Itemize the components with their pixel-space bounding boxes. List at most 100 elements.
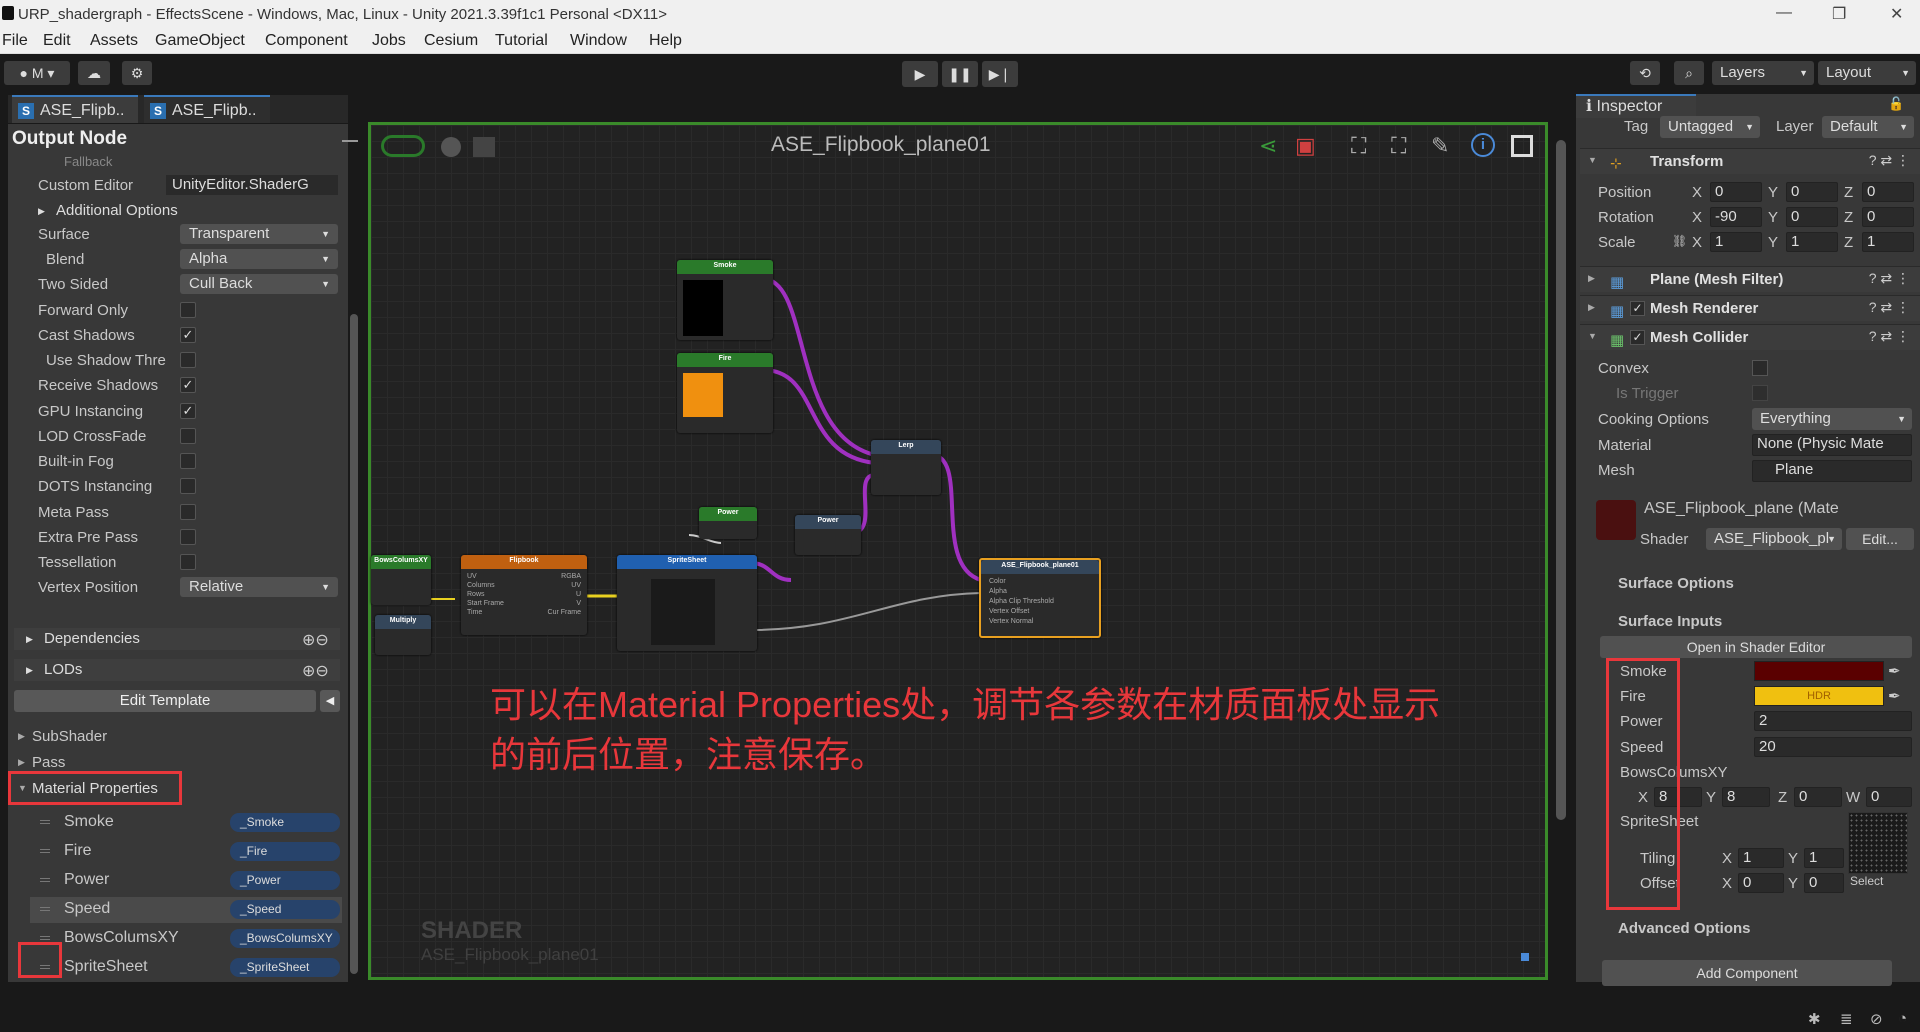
cache-icon[interactable]: ≣ xyxy=(1840,1010,1853,1028)
fire-color-field[interactable]: HDR xyxy=(1754,686,1884,706)
lerp-node[interactable]: Lerp xyxy=(871,440,941,495)
component-tools-icon[interactable]: ? ⇄ ⋮ xyxy=(1869,270,1910,287)
dots-instancing-checkbox[interactable] xyxy=(180,478,196,494)
eyedropper-icon[interactable]: ✒ xyxy=(1888,662,1901,680)
cloud-icon[interactable]: ☁ xyxy=(78,61,110,85)
power-property-node[interactable]: Power xyxy=(699,507,757,539)
speed-field[interactable]: 20 xyxy=(1754,737,1912,757)
forward-only-checkbox[interactable] xyxy=(180,302,196,318)
scale-z-field[interactable]: 1 xyxy=(1862,232,1914,252)
tab-inspector[interactable]: ℹ Inspector xyxy=(1576,94,1696,118)
menu-component[interactable]: Component xyxy=(265,32,348,50)
subshader-foldout[interactable]: SubShader xyxy=(32,728,107,745)
mesh-field[interactable]: Plane xyxy=(1752,460,1912,482)
output-node[interactable]: ASE_Flipbook_plane01 Color Alpha Alpha Cli… xyxy=(979,558,1101,638)
cooking-options-dropdown[interactable]: Everything xyxy=(1752,408,1912,430)
account-button[interactable]: ● M ▾ xyxy=(4,61,70,85)
bows-colums-node[interactable]: BowsColumsXY xyxy=(371,555,431,605)
list-item[interactable]: Speed _Speed xyxy=(30,897,342,923)
lod-crossfade-checkbox[interactable] xyxy=(180,428,196,444)
link-icon[interactable]: ⛓ xyxy=(1672,234,1687,248)
list-item[interactable]: Smoke _Smoke xyxy=(30,810,342,836)
position-x-field[interactable]: 0 xyxy=(1710,182,1762,202)
cast-shadows-checkbox[interactable]: ✓ xyxy=(180,327,196,343)
settings-icon[interactable]: ⚙ xyxy=(122,61,152,85)
gpu-instancing-checkbox[interactable]: ✓ xyxy=(180,403,196,419)
tab-ase-flipbook-1[interactable]: S ASE_Flipb.. xyxy=(12,95,138,123)
add-remove-icon[interactable]: ⊕⊖ xyxy=(302,661,329,681)
mesh-filter-component[interactable]: ▶ ▦ Plane (Mesh Filter)? ⇄ ⋮ xyxy=(1580,266,1920,292)
menu-help[interactable]: Help xyxy=(649,32,682,50)
menu-cesium[interactable]: Cesium xyxy=(424,32,478,50)
position-y-field[interactable]: 0 xyxy=(1786,182,1838,202)
list-item[interactable]: BowsColumsXY _BowsColumsXY xyxy=(30,926,342,952)
fire-node[interactable]: Fire xyxy=(677,353,773,433)
bows-z-field[interactable]: 0 xyxy=(1794,787,1842,807)
vertex-position-dropdown[interactable]: Relative xyxy=(180,577,338,597)
maximize-icon[interactable]: ❐ xyxy=(1832,4,1846,24)
surface-options-foldout[interactable]: Surface Options xyxy=(1618,575,1734,592)
transform-component[interactable]: ▼ ⊹ Transform? ⇄ ⋮ xyxy=(1580,148,1920,174)
select-texture-button[interactable]: Select xyxy=(1850,874,1883,888)
position-z-field[interactable]: 0 xyxy=(1862,182,1914,202)
graph-scrollbar[interactable] xyxy=(1556,140,1566,820)
scale-x-field[interactable]: 1 xyxy=(1710,232,1762,252)
lock-icon[interactable]: 🔓 xyxy=(1888,96,1904,112)
step-button[interactable]: ▶❘ xyxy=(982,61,1018,87)
surface-inputs-foldout[interactable]: Surface Inputs xyxy=(1618,613,1722,630)
menu-window[interactable]: Window xyxy=(570,32,627,50)
drag-handle-icon[interactable] xyxy=(40,878,50,882)
component-tools-icon[interactable]: ? ⇄ ⋮ xyxy=(1869,152,1910,169)
rotation-x-field[interactable]: -90 xyxy=(1710,207,1762,227)
shader-dropdown[interactable]: ASE_Flipbook_pl xyxy=(1706,528,1842,550)
spritesheet-texture-slot[interactable] xyxy=(1848,812,1908,874)
sync-icon[interactable]: ◔ xyxy=(1898,1010,1907,1027)
component-tools-icon[interactable]: ? ⇄ ⋮ xyxy=(1869,299,1910,316)
layers-dropdown[interactable]: Layers xyxy=(1712,61,1814,85)
drag-handle-icon[interactable] xyxy=(40,907,50,911)
flipbook-node[interactable]: Flipbook UV Columns Rows Start Frame Time RG… xyxy=(461,555,587,635)
collapse-icon[interactable] xyxy=(342,140,358,142)
debug-icon[interactable]: ✱ xyxy=(1808,1010,1821,1028)
tessellation-checkbox[interactable] xyxy=(180,554,196,570)
scale-y-field[interactable]: 1 xyxy=(1786,232,1838,252)
component-tools-icon[interactable]: ? ⇄ ⋮ xyxy=(1869,328,1910,345)
offset-x-field[interactable]: 0 xyxy=(1738,873,1784,893)
mesh-collider-checkbox[interactable]: ✓ xyxy=(1630,330,1645,345)
surface-dropdown[interactable]: Transparent xyxy=(180,224,338,244)
menu-jobs[interactable]: Jobs xyxy=(372,32,406,50)
meta-pass-checkbox[interactable] xyxy=(180,504,196,520)
eyedropper-icon[interactable]: ✒ xyxy=(1888,687,1901,705)
template-menu-icon[interactable]: ◀ xyxy=(320,690,340,712)
additional-options-foldout[interactable]: Additional Options xyxy=(26,200,352,222)
open-shader-editor-button[interactable]: Open in Shader Editor xyxy=(1600,636,1912,658)
use-shadow-checkbox[interactable] xyxy=(180,352,196,368)
pause-button[interactable]: ❚❚ xyxy=(942,61,978,87)
add-remove-icon[interactable]: ⊕⊖ xyxy=(302,630,329,650)
scrollbar[interactable] xyxy=(350,314,358,974)
tag-dropdown[interactable]: Untagged xyxy=(1660,116,1760,138)
power-field[interactable]: 2 xyxy=(1754,711,1912,731)
rotation-y-field[interactable]: 0 xyxy=(1786,207,1838,227)
layout-dropdown[interactable]: Layout xyxy=(1818,61,1916,85)
bows-w-field[interactable]: 0 xyxy=(1866,787,1912,807)
minimap-icon[interactable] xyxy=(1521,953,1529,961)
close-icon[interactable]: ✕ xyxy=(1890,4,1903,24)
tiling-x-field[interactable]: 1 xyxy=(1738,848,1784,868)
power-function-node[interactable]: Power xyxy=(795,515,861,555)
menu-tutorial[interactable]: Tutorial xyxy=(495,32,548,50)
multiply-node[interactable]: Multiply xyxy=(375,615,431,655)
menu-assets[interactable]: Assets xyxy=(90,32,138,50)
edit-shader-button[interactable]: Edit... xyxy=(1846,528,1914,550)
smoke-color-field[interactable] xyxy=(1754,661,1884,681)
rotation-z-field[interactable]: 0 xyxy=(1862,207,1914,227)
extra-pre-pass-checkbox[interactable] xyxy=(180,529,196,545)
mesh-collider-component[interactable]: ▼ ▦ ✓ Mesh Collider? ⇄ ⋮ xyxy=(1580,324,1920,350)
dependencies-foldout[interactable]: Dependencies xyxy=(14,628,340,650)
builtin-fog-checkbox[interactable] xyxy=(180,453,196,469)
collab-icon[interactable]: ⊘ xyxy=(1870,1010,1883,1028)
mesh-renderer-component[interactable]: ▶ ▦ ✓ Mesh Renderer? ⇄ ⋮ xyxy=(1580,295,1920,321)
smoke-node[interactable]: Smoke xyxy=(677,260,773,340)
list-item[interactable]: SpriteSheet _SpriteSheet xyxy=(30,955,342,981)
material-field[interactable]: None (Physic Mate xyxy=(1752,434,1912,456)
